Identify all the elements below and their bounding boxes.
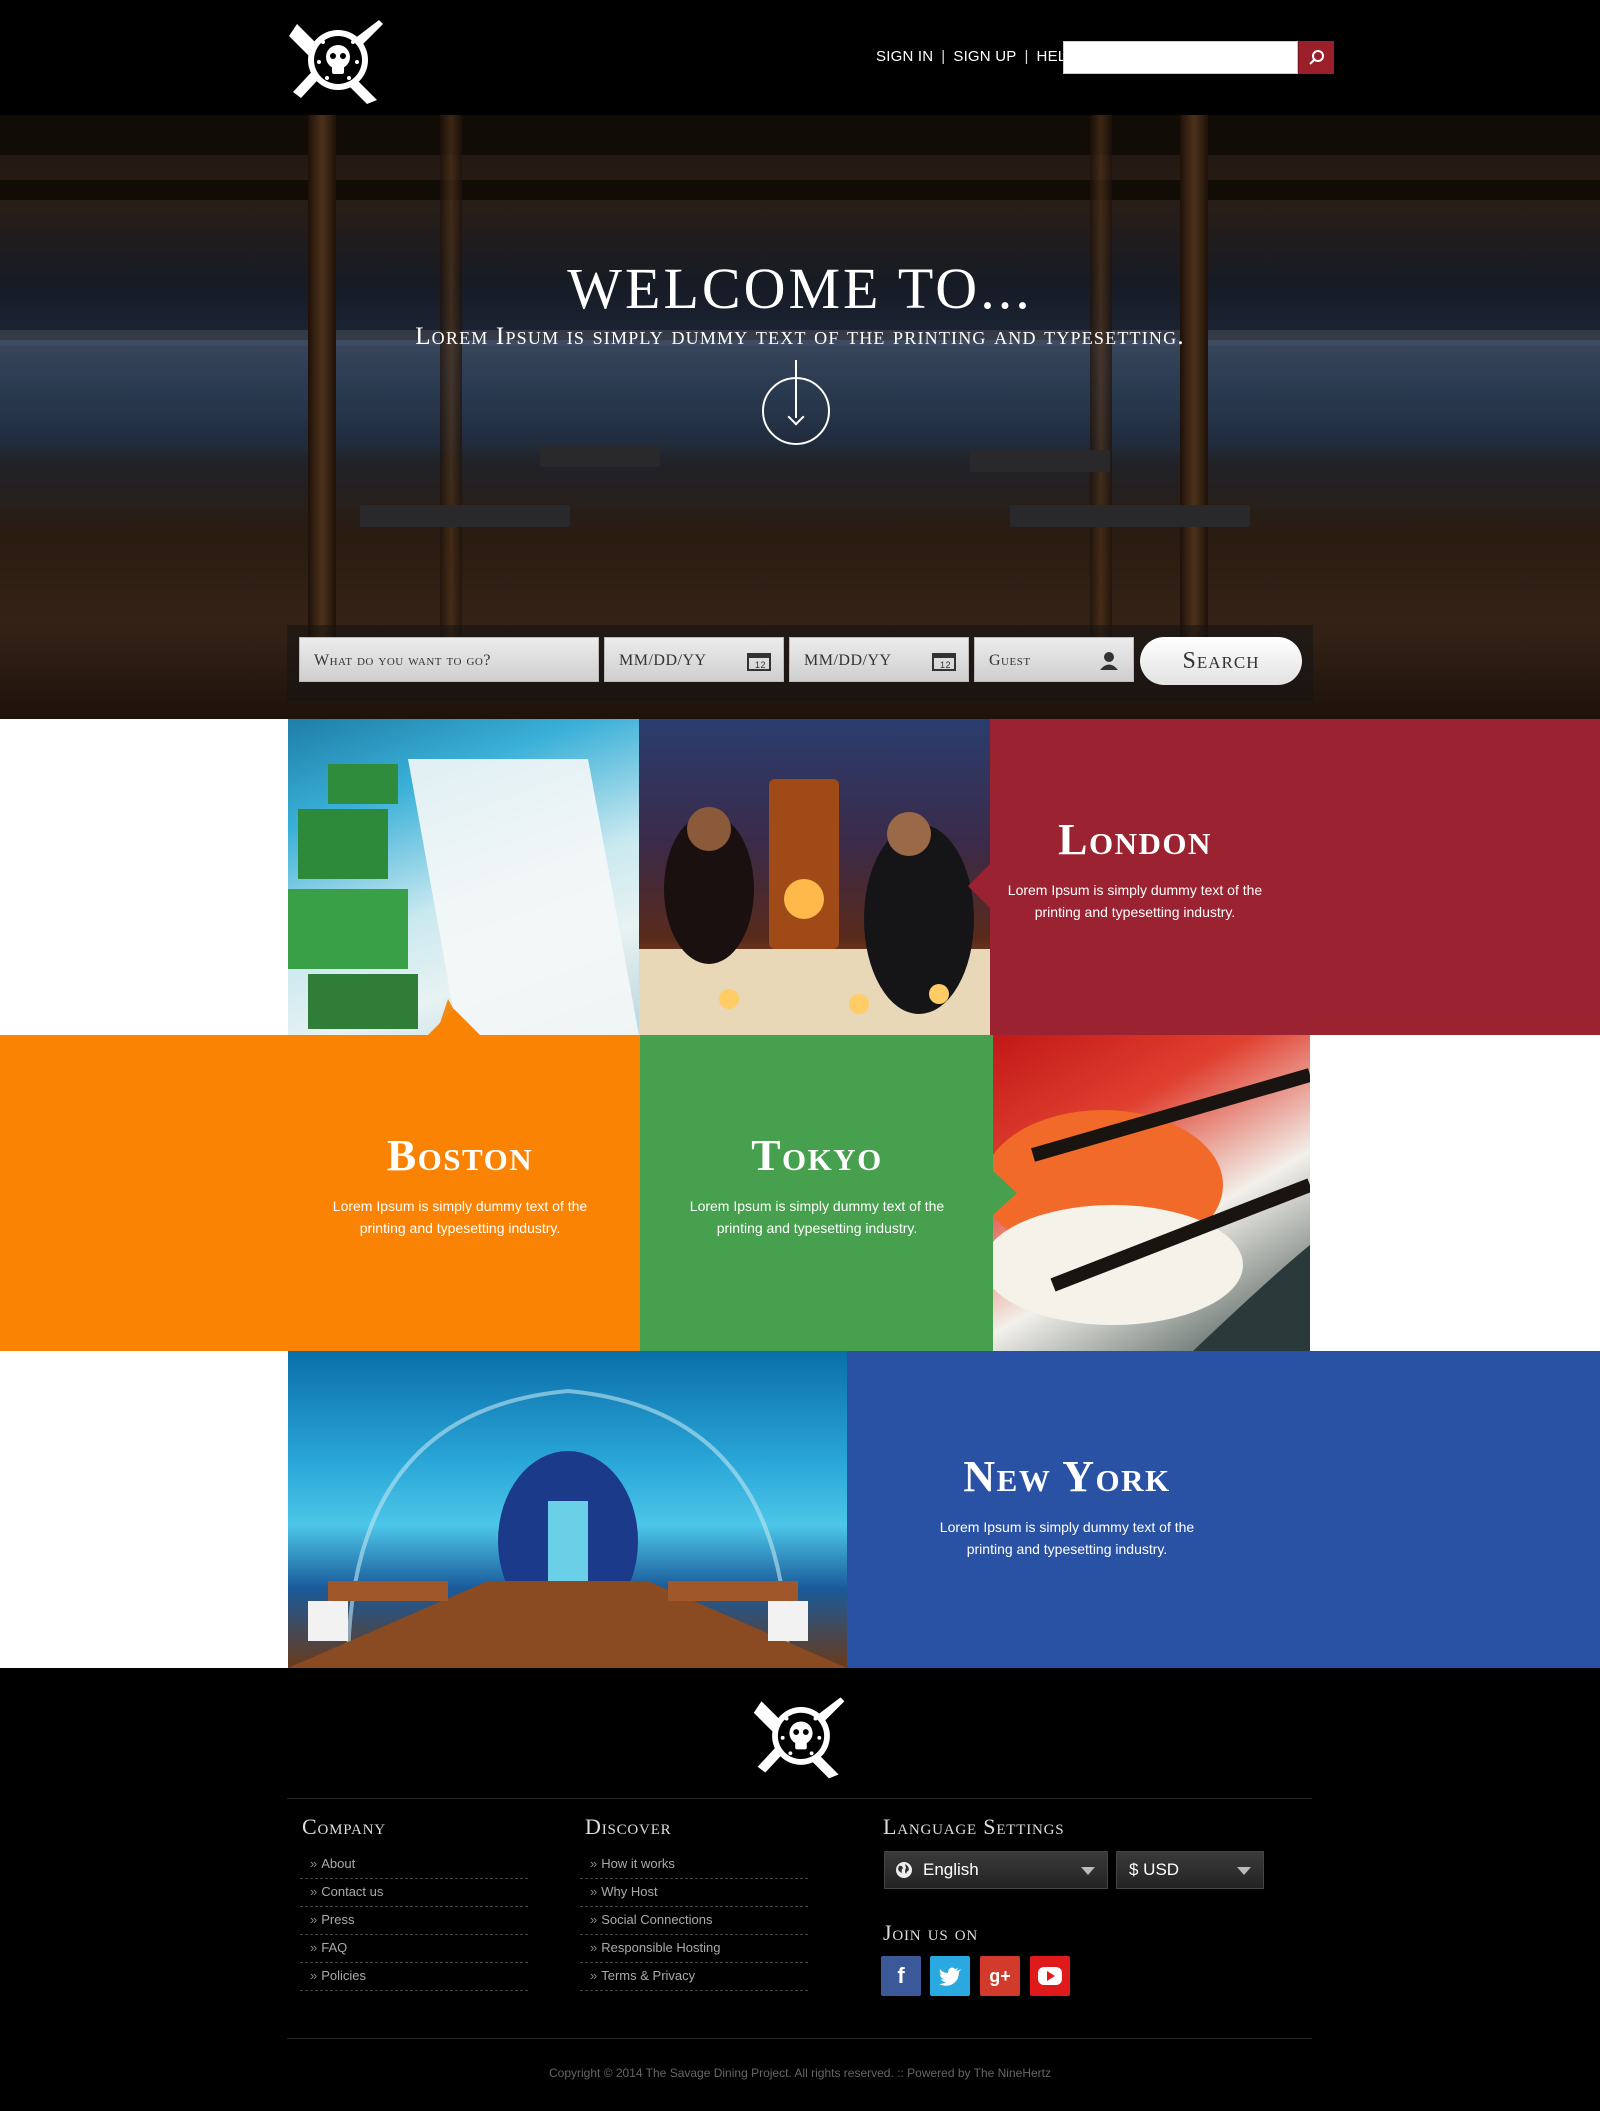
dining-room-image: [288, 759, 639, 1035]
copyright-text: Copyright © 2014 The Savage Dining Proje…: [549, 2066, 1051, 2080]
youtube-icon[interactable]: [1030, 1956, 1070, 1996]
city-tile-new-york[interactable]: New York Lorem Ipsum is simply dummy tex…: [847, 1351, 1600, 1668]
footer-link-policies[interactable]: Policies: [300, 1963, 528, 1991]
top-nav: SIGN IN | SIGN UP | HELP: [876, 48, 1077, 65]
hero-title: WELCOME TO...: [567, 256, 1033, 321]
user-icon: [1100, 652, 1118, 670]
youtube-play-icon: [1038, 1967, 1062, 1985]
city-name: London: [1058, 815, 1212, 864]
checkout-date-input[interactable]: MM/DD/YY 12: [789, 637, 969, 682]
city-name: New York: [963, 1452, 1171, 1501]
checkin-date-input[interactable]: MM/DD/YY 12: [604, 637, 784, 682]
sushi-image: [993, 1068, 1310, 1351]
white-space: [1310, 1035, 1600, 1351]
underwater-restaurant-photo: [288, 1351, 847, 1668]
search-icon: [1309, 50, 1324, 65]
footer-divider: [287, 1798, 1312, 1799]
chevron-down-icon: [1237, 1867, 1251, 1875]
google-plus-icon[interactable]: g+: [980, 1956, 1020, 1996]
destination-input[interactable]: What do you want to go?: [299, 637, 599, 682]
booking-search-bar: What do you want to go? MM/DD/YY 12 MM/D…: [287, 625, 1313, 701]
sign-in-link[interactable]: SIGN IN: [876, 48, 933, 65]
site-header: SIGN IN | SIGN UP | HELP: [0, 0, 1600, 115]
city-name: Tokyo: [751, 1131, 883, 1180]
checkout-placeholder: MM/DD/YY: [804, 652, 892, 669]
tile-pointer: [968, 864, 990, 908]
city-description: Lorem Ipsum is simply dummy text of the …: [332, 1198, 588, 1236]
language-value: English: [923, 1860, 979, 1879]
city-description: Lorem Ipsum is simply dummy text of the …: [939, 1519, 1195, 1557]
skull-logo-icon[interactable]: [748, 1686, 854, 1782]
footer-link-press[interactable]: Press: [300, 1907, 528, 1935]
restaurant-photo: [288, 719, 639, 1035]
footer-link-contact[interactable]: Contact us: [300, 1879, 528, 1907]
header-search-button[interactable]: [1298, 41, 1334, 74]
checkin-placeholder: MM/DD/YY: [619, 652, 707, 669]
guest-input[interactable]: Guest: [974, 637, 1134, 682]
currency-value: $ USD: [1129, 1860, 1180, 1879]
hero-banner: WELCOME TO... Lorem Ipsum is simply dumm…: [0, 115, 1600, 719]
hero-subtitle: Lorem Ipsum is simply dummy text of the …: [415, 323, 1185, 350]
footer-link-responsible-hosting[interactable]: Responsible Hosting: [580, 1935, 808, 1963]
tile-content: Boston Lorem Ipsum is simply dummy text …: [315, 1130, 605, 1239]
city-name: Boston: [386, 1131, 534, 1180]
couple-image: [639, 779, 990, 1035]
header-search-input[interactable]: [1063, 41, 1298, 74]
tile-content: London Lorem Ipsum is simply dummy text …: [990, 814, 1280, 923]
city-description: Lorem Ipsum is simply dummy text of the …: [1007, 882, 1263, 920]
language-heading: Language Settings: [883, 1814, 1065, 1839]
copyright-divider: [287, 2038, 1312, 2039]
white-space: [0, 1351, 288, 1668]
tile-content: Tokyo Lorem Ipsum is simply dummy text o…: [672, 1130, 962, 1239]
couple-dining-photo: [639, 719, 990, 1035]
footer-link-faq[interactable]: FAQ: [300, 1935, 528, 1963]
twitter-bird-icon: [939, 1967, 961, 1986]
nav-divider: |: [1024, 48, 1029, 65]
calendar-icon[interactable]: 12: [747, 651, 771, 671]
search-button[interactable]: Search: [1140, 637, 1302, 685]
facebook-icon[interactable]: f: [881, 1956, 921, 1996]
currency-select[interactable]: $ USD: [1116, 1851, 1264, 1889]
nav-divider: |: [941, 48, 946, 65]
city-tile-tokyo[interactable]: Tokyo Lorem Ipsum is simply dummy text o…: [640, 1035, 1017, 1351]
tile-pointer: [428, 1009, 480, 1035]
city-description: Lorem Ipsum is simply dummy text of the …: [689, 1198, 945, 1236]
guest-placeholder: Guest: [989, 652, 1031, 669]
skull-logo-icon[interactable]: [283, 10, 393, 106]
footer-link-why-host[interactable]: Why Host: [580, 1879, 808, 1907]
aquarium-image: [288, 1388, 847, 1668]
white-space: [0, 719, 288, 1035]
footer-link-social-connections[interactable]: Social Connections: [580, 1907, 808, 1935]
footer-link-about[interactable]: About: [300, 1851, 528, 1879]
twitter-icon[interactable]: [930, 1956, 970, 1996]
tile-content: New York Lorem Ipsum is simply dummy tex…: [922, 1451, 1212, 1560]
chevron-down-icon: [1081, 1867, 1095, 1875]
sign-up-link[interactable]: SIGN UP: [953, 48, 1016, 65]
company-links: About Contact us Press FAQ Policies: [300, 1851, 528, 1991]
footer-link-how-it-works[interactable]: How it works: [580, 1851, 808, 1879]
calendar-icon[interactable]: 12: [932, 651, 956, 671]
company-heading: Company: [302, 1814, 386, 1839]
city-tile-boston[interactable]: Boston Lorem Ipsum is simply dummy text …: [0, 1009, 640, 1351]
join-us-heading: Join us on: [883, 1920, 979, 1945]
discover-links: How it works Why Host Social Connections…: [580, 1851, 808, 1991]
language-select[interactable]: English: [884, 1851, 1108, 1889]
svg-text:12: 12: [755, 660, 766, 670]
city-tile-london[interactable]: London Lorem Ipsum is simply dummy text …: [968, 719, 1600, 1035]
sushi-photo: [993, 1035, 1310, 1351]
globe-icon: [896, 1862, 912, 1878]
discover-heading: Discover: [585, 1814, 672, 1839]
tile-pointer: [993, 1171, 1017, 1215]
footer-link-terms-privacy[interactable]: Terms & Privacy: [580, 1963, 808, 1991]
svg-text:12: 12: [940, 660, 951, 670]
